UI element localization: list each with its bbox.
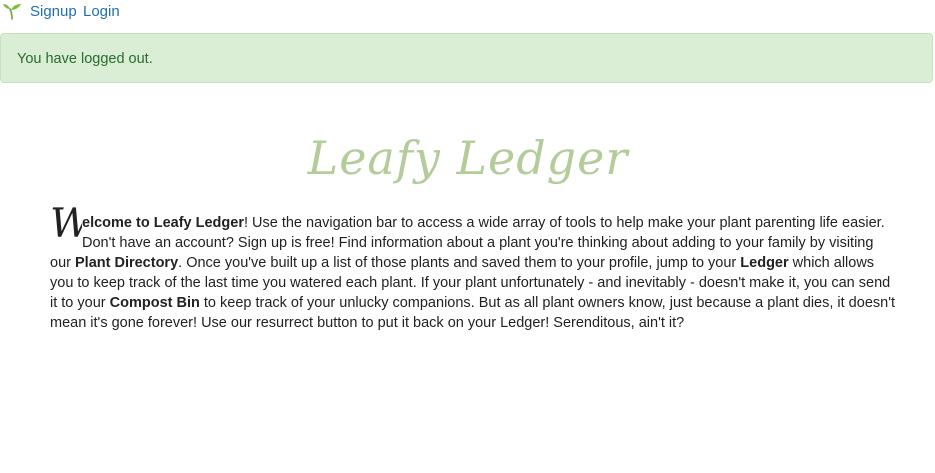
dropcap-letter: W bbox=[50, 203, 82, 243]
logout-alert: You have logged out. bbox=[0, 33, 933, 83]
svg-text:W: W bbox=[50, 203, 82, 243]
intro-title: elcome to Leafy Ledger bbox=[82, 215, 244, 231]
logo-text: Leafy Ledger bbox=[306, 131, 630, 185]
signup-link[interactable]: Signup bbox=[30, 3, 77, 20]
site-logo: Leafy Ledger bbox=[0, 118, 935, 188]
ledger-term: Ledger bbox=[740, 255, 789, 271]
plant-directory-term: Plant Directory bbox=[75, 255, 179, 271]
login-link[interactable]: Login bbox=[83, 3, 120, 20]
sprout-icon[interactable] bbox=[2, 2, 22, 20]
compost-bin-term: Compost Bin bbox=[109, 295, 200, 311]
navbar: Signup Login bbox=[0, 0, 935, 24]
intro-paragraph: W elcome to Leafy Ledger! Use the naviga… bbox=[50, 201, 895, 333]
alert-message: You have logged out. bbox=[17, 51, 153, 67]
intro-text-2: . Once you've built up a list of those p… bbox=[178, 255, 741, 271]
logo-wordmark: Leafy Ledger bbox=[306, 131, 630, 185]
